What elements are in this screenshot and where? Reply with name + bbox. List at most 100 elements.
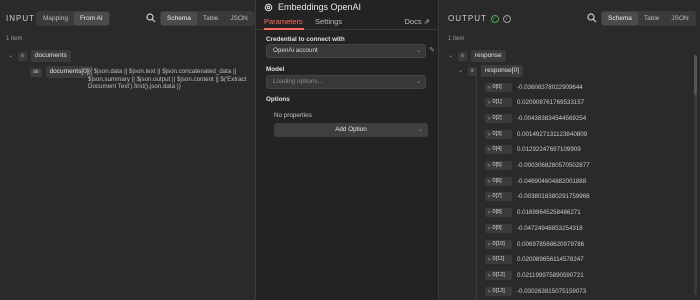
number-type-icon: # — [488, 115, 491, 121]
search-icon[interactable] — [587, 13, 597, 23]
list-item[interactable]: #0[3] 0.0014927131123840809 — [485, 129, 587, 139]
value-key[interactable]: #0[13] — [485, 286, 512, 296]
search-icon[interactable] — [146, 13, 156, 23]
output-scrollbar[interactable] — [694, 55, 697, 295]
value-key[interactable]: #0[2] — [485, 113, 512, 123]
value-number: -0.03608378022909644 — [517, 83, 583, 91]
schema-root[interactable]: ⌄ ≡ response — [448, 50, 506, 62]
value-key[interactable]: #0[8] — [485, 208, 512, 218]
chevron-down-icon: ⌄ — [417, 127, 423, 133]
list-item[interactable]: #0[13] -0.030263815075159073 — [485, 286, 586, 296]
number-type-icon: # — [488, 272, 491, 278]
value-key[interactable]: #0[10] — [485, 239, 512, 249]
list-item[interactable]: #0[4] 0.01292247697109909 — [485, 145, 581, 155]
chevron-down-icon[interactable]: ⌄ — [448, 53, 454, 59]
node-header: Embeddings OpenAI — [256, 0, 438, 14]
tab-json[interactable]: JSON — [224, 12, 253, 25]
list-item[interactable]: #0[0] -0.03608378022909644 — [485, 82, 583, 92]
tab-mapping[interactable]: Mapping — [37, 12, 74, 25]
value-key[interactable]: #0[4] — [485, 145, 512, 155]
list-item[interactable]: #0[2] -0.004383834544569254 — [485, 113, 586, 123]
items-count: 1 item — [6, 36, 23, 42]
add-option-label: Add Option — [335, 126, 367, 133]
value-key[interactable]: #0[6] — [485, 176, 512, 186]
tab-settings[interactable]: Settings — [315, 17, 342, 26]
add-option-button[interactable]: Add Option ⌄ — [274, 123, 428, 137]
value-key[interactable]: #0[11] — [485, 255, 512, 265]
chevron-down-icon: ⌄ — [415, 79, 421, 85]
node-tabs: Parameters Settings Docs ⇗ — [256, 14, 438, 30]
model-placeholder: Loading options... — [273, 78, 323, 85]
list-item[interactable]: #0[1] 0.020908761769533157 — [485, 98, 584, 108]
value-key[interactable]: #0[0] — [485, 82, 512, 92]
number-type-icon: # — [488, 131, 491, 137]
active-tab-indicator — [264, 28, 304, 30]
list-item[interactable]: #0[7] -0.0038018380291759968 — [485, 192, 590, 202]
value-number: 0.0014927131123840809 — [517, 130, 588, 138]
array-type-icon: ≡ — [458, 51, 467, 61]
list-item[interactable]: #0[10] 0.006978568620979786 — [485, 239, 584, 249]
tab-table[interactable]: Table — [197, 12, 225, 25]
tab-parameters[interactable]: Parameters — [264, 17, 303, 26]
field-response[interactable]: response — [470, 50, 506, 62]
tab-schema[interactable]: Schema — [161, 12, 197, 25]
schema-root[interactable]: ⌄ ≡ documents — [8, 50, 71, 62]
number-type-icon: # — [488, 178, 491, 184]
array-type-icon: ≡ — [18, 51, 27, 61]
openai-icon — [264, 3, 273, 11]
schema-child[interactable]: ab documents[0] — [30, 66, 93, 78]
model-select[interactable]: Loading options... ⌄ — [266, 75, 426, 89]
value-key[interactable]: #0[7] — [485, 192, 512, 202]
value-key[interactable]: #0[5] — [485, 161, 512, 170]
field-documents[interactable]: documents — [30, 50, 71, 62]
chevron-down-icon[interactable]: ⌄ — [8, 53, 14, 59]
number-type-icon: # — [488, 257, 491, 263]
list-item[interactable]: #0[9] -0.04724948853254318 — [485, 223, 583, 233]
number-type-icon: # — [488, 288, 491, 294]
model-label: Model — [266, 66, 285, 73]
credential-select[interactable]: OpenAi account ⌄ — [266, 44, 426, 58]
number-type-icon: # — [488, 241, 491, 247]
value-key[interactable]: #0[12] — [485, 270, 512, 280]
output-title: OUTPUT — [448, 14, 487, 23]
field-documents-0[interactable]: documents[0] — [45, 66, 93, 78]
tab-json[interactable]: JSON — [665, 12, 694, 25]
value-key[interactable]: #0[3] — [485, 129, 512, 139]
credential-value: OpenAi account — [273, 47, 318, 54]
value-key-label: 0[12] — [492, 271, 505, 278]
input-panel: INPUT Mapping From AI Schema Table JSON … — [0, 0, 255, 300]
value-number: -0.0038018380291759968 — [517, 193, 590, 201]
pencil-icon[interactable]: ✎ — [429, 46, 435, 54]
field-response-0[interactable]: response[0] — [480, 65, 523, 77]
value-number: -0.0003068280570502877 — [517, 162, 590, 169]
value-number: -0.004383834544569254 — [517, 114, 587, 122]
value-key[interactable]: #0[1] — [485, 98, 512, 108]
tab-from-ai[interactable]: From AI — [73, 12, 109, 25]
list-item[interactable]: #0[12] 0.021199975890590721 — [485, 270, 584, 280]
list-item[interactable]: #0[6] -0.046904604882001888 — [485, 176, 586, 186]
value-number: 0.020908761769533157 — [517, 99, 585, 107]
schema-sub[interactable]: ⌄ ≡ response[0] — [458, 65, 523, 77]
tab-schema[interactable]: Schema — [602, 12, 638, 25]
scrollbar-thumb[interactable] — [694, 55, 697, 95]
no-properties-text: No properties — [274, 112, 312, 119]
docs-label: Docs — [404, 17, 422, 26]
value-number: 0.01292247697109909 — [517, 146, 581, 154]
output-view-toggle: Schema Table JSON — [601, 11, 696, 26]
list-item[interactable]: #0[5] -0.0003068280570502877 — [485, 161, 590, 171]
value-key-label: 0[4] — [492, 146, 502, 153]
value-key-label: 0[1] — [492, 99, 502, 106]
value-key-label: 0[6] — [492, 177, 502, 184]
value-key-label: 0[9] — [492, 224, 502, 231]
list-item[interactable]: #0[11] 0.020089656114578247 — [485, 255, 584, 265]
check-icon: ✓ — [490, 14, 499, 23]
value-number: -0.04724948853254318 — [517, 224, 583, 232]
chevron-down-icon[interactable]: ⌄ — [458, 68, 464, 74]
list-item[interactable]: #0[8] 0.01699645258486271 — [485, 208, 581, 218]
info-icon[interactable]: i — [502, 14, 511, 23]
number-type-icon: # — [488, 84, 491, 90]
value-key[interactable]: #0[9] — [485, 223, 512, 233]
tab-table[interactable]: Table — [638, 12, 666, 25]
value-key-label: 0[0] — [492, 83, 502, 90]
docs-link[interactable]: Docs ⇗ — [405, 17, 430, 26]
